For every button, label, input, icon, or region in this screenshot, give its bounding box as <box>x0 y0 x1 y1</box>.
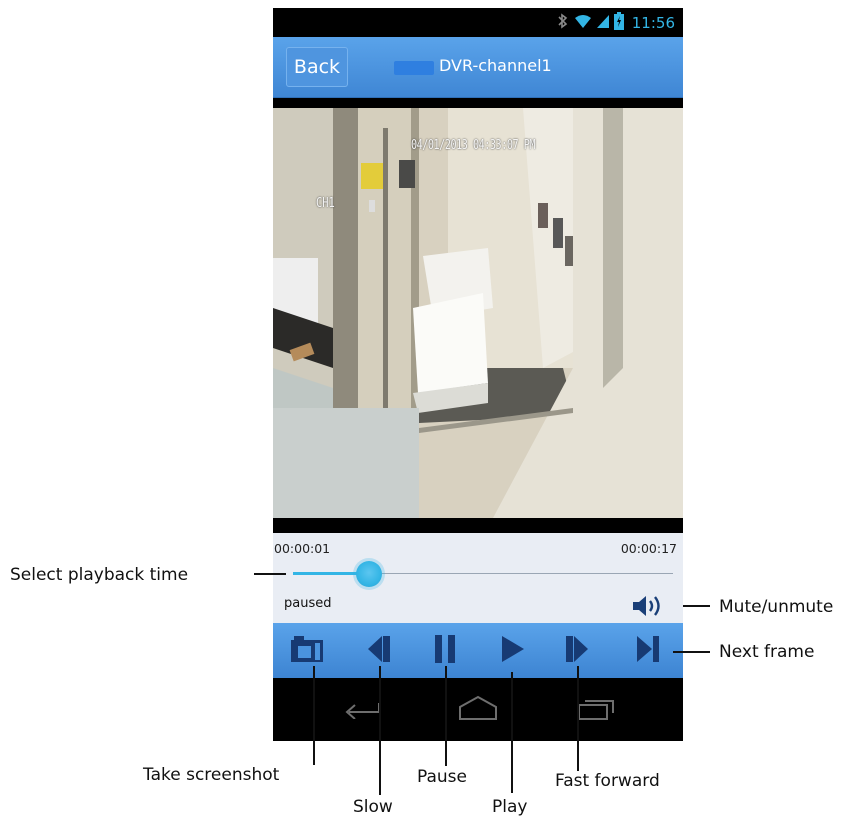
nav-home-button[interactable] <box>438 688 518 732</box>
callout-take-screenshot: Take screenshot <box>143 765 280 785</box>
rewind-icon <box>366 634 392 669</box>
next-frame-icon <box>635 634 661 669</box>
channel-badge <box>394 61 434 75</box>
status-icons: 11:56 <box>556 11 675 35</box>
play-button[interactable] <box>493 634 533 668</box>
video-channel-overlay: CH1 <box>316 196 335 211</box>
speaker-icon <box>631 596 671 623</box>
total-time: 00:00:17 <box>620 541 677 556</box>
back-nav-icon <box>343 697 383 724</box>
wifi-icon <box>574 13 592 34</box>
playback-controls <box>273 623 683 678</box>
phone-screen: 11:56 Back DVR-channel1 04/01/2013 04:33… <box>273 8 683 741</box>
callout-fast-forward: Fast forward <box>555 771 660 791</box>
seek-thumb[interactable] <box>356 561 382 587</box>
back-button[interactable]: Back <box>286 47 348 87</box>
video-frame <box>273 108 683 518</box>
screenshot-button[interactable] <box>287 634 327 668</box>
callout-play: Play <box>492 797 528 817</box>
screen-title: DVR-channel1 <box>439 56 552 75</box>
elapsed-time: 00:00:01 <box>274 541 331 556</box>
pause-icon <box>433 634 457 669</box>
fast-forward-button[interactable] <box>557 634 597 668</box>
nav-recents-button[interactable] <box>555 688 635 732</box>
play-icon <box>500 634 526 669</box>
bluetooth-muted-icon <box>556 12 570 34</box>
battery-icon <box>613 11 624 35</box>
callout-pause: Pause <box>417 767 467 787</box>
pause-button[interactable] <box>425 634 465 668</box>
callout-next-frame: Next frame <box>719 642 815 662</box>
system-nav-bar <box>273 678 683 741</box>
recent-apps-icon <box>575 695 615 726</box>
camera-icon <box>289 635 325 668</box>
signal-icon <box>596 13 610 34</box>
slow-button[interactable] <box>359 634 399 668</box>
status-time: 11:56 <box>631 14 675 32</box>
playback-panel: 00:00:01 00:00:17 paused <box>273 533 683 623</box>
playback-status: paused <box>284 596 332 611</box>
video-player[interactable]: 04/01/2013 04:33:07 PM CH1 <box>273 108 683 518</box>
video-timestamp-overlay: 04/01/2013 04:33:07 PM <box>411 138 536 153</box>
app-bar: Back DVR-channel1 <box>273 37 683 98</box>
status-bar: 11:56 <box>273 8 683 37</box>
mute-button[interactable] <box>631 593 671 619</box>
next-frame-button[interactable] <box>628 634 668 668</box>
fast-forward-icon <box>564 634 590 669</box>
callout-select-playback-time: Select playback time <box>10 565 189 585</box>
home-nav-icon <box>456 695 500 726</box>
nav-back-button[interactable] <box>323 688 403 732</box>
callout-slow: Slow <box>353 797 393 817</box>
callout-mute-unmute: Mute/unmute <box>719 597 834 617</box>
